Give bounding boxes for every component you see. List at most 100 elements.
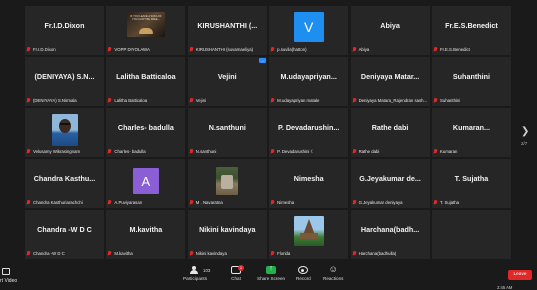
- muted-mic-icon: [189, 97, 194, 104]
- next-page-arrow-icon[interactable]: ❯: [521, 126, 529, 137]
- participant-tile[interactable]: Velusamy Wikrasingnam: [25, 108, 104, 157]
- participant-tile[interactable]: Chandra -W D C Chandra -W D C: [25, 210, 104, 259]
- participant-caption-name: T. Sujatha: [439, 200, 460, 206]
- participant-tile[interactable]: Nimesha Nimesha: [269, 159, 349, 208]
- participant-caption: p.suvila(hatton): [270, 46, 346, 54]
- zoom-meeting-window: Fr.I.D.Dixon Fr.I.D.Dixon IF YOU LEAVE A S…: [0, 0, 537, 290]
- participant-tile[interactable]: Rathe dabi Rathe dabi: [350, 108, 430, 157]
- participant-tile[interactable]: (DENIYAYA) S.N... (DENIYAYA) S.Nirmala: [25, 57, 104, 106]
- participant-display-name: Chandra -W D C: [37, 225, 92, 235]
- muted-mic-icon: [433, 148, 438, 155]
- participant-caption: Fr.E.S.Benedict: [433, 46, 509, 54]
- profile-picture: IF YOU LEAVE A SOFA OF YOU CAN'T BE FREE…: [126, 12, 165, 37]
- profile-picture: [51, 114, 78, 147]
- taskbar-clock: 2:45 AM: [497, 285, 513, 290]
- muted-mic-icon: [26, 250, 31, 257]
- participant-display-name: Charles- badulla: [117, 123, 174, 133]
- participant-tile[interactable]: Fr.E.S.Benedict Fr.E.S.Benedict: [431, 6, 511, 55]
- participant-caption-name: G.Jeyakumar deniyaya: [358, 200, 403, 206]
- participant-caption: Rathe dabi: [352, 148, 428, 156]
- participant-caption: Kumaran: [433, 148, 509, 156]
- muted-mic-icon: [270, 199, 275, 206]
- muted-mic-icon: [26, 97, 31, 104]
- participant-caption-name: Suhanthini: [439, 98, 461, 104]
- participant-caption: G.Jeyakumar deniyaya: [352, 199, 428, 207]
- participant-tile[interactable]: Charles- badulla Charles- badulla: [106, 108, 186, 157]
- participant-tile[interactable]: Nikini kavindaya Nikini kavindaya: [187, 210, 267, 259]
- participant-caption: VOPP DIYOLAWA: [107, 46, 183, 54]
- participant-caption-name: M.udayapriyan matale: [277, 98, 320, 104]
- participant-caption-name: Kumaran: [439, 149, 458, 155]
- participant-caption-name: p.suvila(hatton): [277, 47, 307, 53]
- record-label: Record: [296, 276, 311, 281]
- participant-tile[interactable]: M.kavitha M.kavitha: [106, 210, 186, 259]
- participant-tile[interactable]: M.udayapriyan... M.udayapriyan matale: [269, 57, 349, 106]
- start-video-label[interactable]: rt Video: [0, 278, 17, 284]
- participant-display-name: Chandra Kasthu...: [33, 174, 96, 184]
- reactions-button[interactable]: Reactions: [323, 264, 343, 281]
- avatar: V: [293, 12, 324, 42]
- muted-mic-icon: [352, 199, 357, 206]
- participant-tile[interactable]: Vejini... Vejini: [187, 57, 267, 106]
- leave-button[interactable]: Leave: [508, 270, 532, 280]
- participant-tile[interactable]: P. Devadarushin... P. Devadarushini ☾: [269, 108, 349, 157]
- muted-mic-icon: [433, 97, 438, 104]
- share-screen-label: Share Screen: [257, 276, 286, 281]
- participant-tile[interactable]: Florida: [269, 210, 349, 259]
- participant-tile[interactable]: T. Sujatha T. Sujatha: [431, 159, 511, 208]
- participant-tile[interactable]: Fr.I.D.Dixon Fr.I.D.Dixon: [25, 6, 104, 55]
- participant-tile[interactable]: Suhanthini Suhanthini: [431, 57, 511, 106]
- participant-tile[interactable]: Abiya Abiya: [350, 6, 430, 55]
- meeting-toolbar: rt Video Participants 103 Chat 1 Share S…: [0, 262, 537, 290]
- muted-mic-icon: [270, 46, 275, 53]
- participant-caption: M.kavitha: [107, 250, 183, 258]
- muted-mic-icon: [433, 46, 438, 53]
- participant-caption: N.santhuni: [189, 148, 265, 156]
- participant-tile[interactable]: KIRUSHANTHI (... KIRUSHANTHI (suvarnaeliy…: [187, 6, 267, 55]
- participant-tile[interactable]: G.Jeyakumar de... G.Jeyakumar deniyaya: [350, 159, 430, 208]
- more-options-icon[interactable]: ...: [258, 58, 266, 64]
- participant-tile[interactable]: Harchana(badh... Harchana(badhulla): [350, 210, 430, 259]
- participant-caption-name: M.kavitha: [114, 251, 133, 257]
- participant-display-name: KIRUSHANTHI (...: [197, 21, 258, 30]
- record-button[interactable]: Record: [296, 266, 311, 281]
- participant-display-name: Rathe dabi: [371, 123, 409, 133]
- participant-tile[interactable]: IF YOU LEAVE A SOFA OF YOU CAN'T BE FREE…: [106, 6, 186, 55]
- avatar: A: [132, 168, 159, 195]
- video-camera-icon[interactable]: [2, 268, 10, 275]
- participant-tile[interactable]: Lalitha Batticaloa Lalitha Batticaloa: [106, 57, 186, 106]
- participant-caption-name: Harchana(badhulla): [358, 251, 397, 257]
- participant-display-name: Abiya: [380, 21, 400, 30]
- participant-caption: Nimesha: [270, 199, 346, 207]
- participant-caption-name: Deniyaya Matara_Rajendran sash...: [358, 98, 428, 104]
- reactions-icon: [328, 264, 338, 274]
- participant-tile[interactable]: Chandra Kasthu... Chandra Kasthuriarachch…: [25, 159, 104, 208]
- record-icon: [298, 266, 309, 274]
- participant-display-name: Harchana(badh...: [360, 225, 420, 235]
- participant-display-name: Vejini: [217, 72, 237, 82]
- share-screen-icon: [266, 265, 277, 274]
- participant-caption: Velusamy Wikrasingnam: [26, 148, 102, 156]
- participant-caption-name: (DENIYAYA) S.Nirmala: [33, 98, 77, 104]
- participant-tile[interactable]: [431, 210, 511, 259]
- participant-tile[interactable]: Kumaran... Kumaran: [431, 108, 511, 157]
- participant-tile[interactable]: Vp.suvila(hatton): [269, 6, 349, 55]
- profile-picture: [216, 167, 239, 196]
- participant-caption: KIRUSHANTHI (suvarnaeliya): [189, 46, 265, 54]
- participant-tile[interactable]: M . Navaratna: [187, 159, 267, 208]
- participant-caption: Deniyaya Matara_Rajendran sash...: [352, 97, 428, 105]
- participant-display-name: Nikini kavindaya: [199, 225, 256, 235]
- participant-caption: M . Navaratna: [189, 199, 265, 207]
- participant-caption-name: Chandra -W D C: [33, 251, 65, 257]
- muted-mic-icon: [352, 250, 357, 257]
- participant-tile[interactable]: Deniyaya Matar... Deniyaya Matara_Rajendr…: [350, 57, 430, 106]
- participant-display-name: Kumaran...: [452, 123, 491, 133]
- share-screen-button[interactable]: Share Screen: [257, 265, 286, 281]
- participants-label: Participants: [183, 276, 208, 281]
- participant-tile[interactable]: A A.Puviyarasan: [106, 159, 186, 208]
- participant-caption-name: Nimesha: [277, 200, 295, 206]
- participant-caption-name: Fr.E.S.Benedict: [439, 47, 470, 53]
- muted-mic-icon: [107, 199, 112, 206]
- participant-tile[interactable]: N.santhuni N.santhuni: [187, 108, 267, 157]
- participant-display-name: T. Sujatha: [454, 174, 489, 184]
